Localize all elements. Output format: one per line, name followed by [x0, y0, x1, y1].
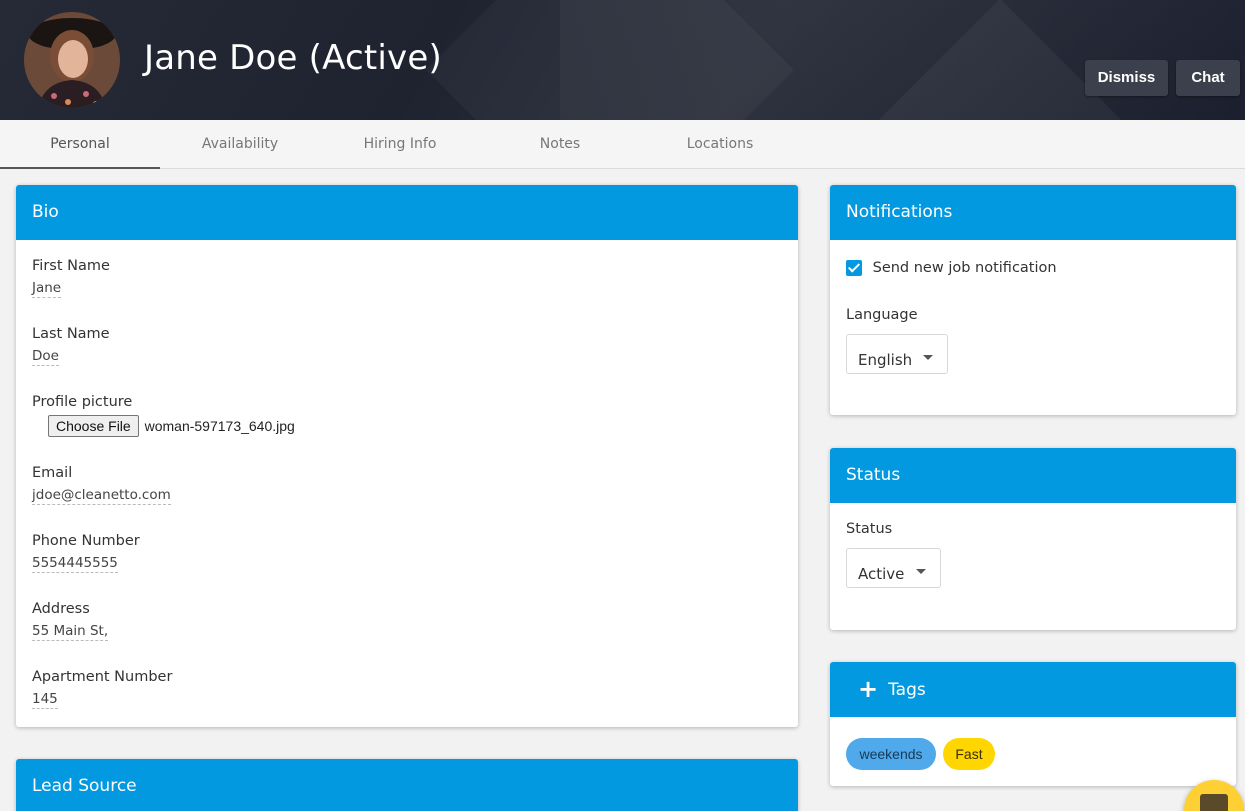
profile-header: Jane Doe (Active) Dismiss Chat — [0, 0, 1245, 120]
send-job-notification-checkbox[interactable] — [846, 260, 862, 276]
phone-label: Phone Number — [32, 533, 140, 549]
tab-notes[interactable]: Notes — [480, 120, 640, 169]
tab-bar: Personal Availability Hiring Info Notes … — [0, 120, 1245, 169]
tags-card-title: Tags — [888, 680, 926, 700]
caret-down-icon — [923, 355, 933, 360]
lead-source-card: Lead Source — [16, 759, 798, 811]
profile-picture-field: Profile picture Choose File woman-597173… — [32, 394, 295, 437]
bio-card-title: Bio — [16, 185, 798, 240]
tab-availability[interactable]: Availability — [160, 120, 320, 169]
send-job-notification-row: Send new job notification — [846, 260, 1057, 276]
apartment-field: Apartment Number 145 — [32, 669, 172, 709]
tab-hiring-info[interactable]: Hiring Info — [320, 120, 480, 169]
status-value: Active — [858, 565, 905, 583]
header-decoration — [426, 0, 794, 120]
email-field: Email jdoe@cleanetto.com — [32, 465, 171, 505]
chat-button[interactable]: Chat — [1176, 60, 1240, 96]
page-title: Jane Doe (Active) — [144, 38, 442, 78]
language-label: Language — [846, 307, 918, 323]
lead-source-card-title: Lead Source — [16, 759, 798, 811]
dismiss-button[interactable]: Dismiss — [1085, 60, 1168, 96]
plus-icon[interactable]: + — [858, 662, 878, 717]
status-card-title: Status — [830, 448, 1236, 503]
bio-card: Bio First Name Jane Last Name Doe Profil… — [16, 185, 798, 727]
notifications-card-title: Notifications — [830, 185, 1236, 240]
status-select[interactable]: Active — [846, 548, 941, 588]
phone-field: Phone Number 5554445555 — [32, 533, 140, 573]
apartment-value[interactable]: 145 — [32, 691, 58, 709]
choose-file-button[interactable]: Choose File — [48, 415, 139, 437]
status-card: Status Status Active — [830, 448, 1236, 630]
apartment-label: Apartment Number — [32, 669, 173, 685]
first-name-label: First Name — [32, 258, 110, 274]
avatar — [24, 12, 120, 108]
tag-chip[interactable]: weekends — [846, 738, 936, 770]
caret-down-icon — [916, 569, 926, 574]
address-label: Address — [32, 601, 90, 617]
email-value[interactable]: jdoe@cleanetto.com — [32, 487, 171, 505]
notifications-card: Notifications Send new job notification … — [830, 185, 1236, 415]
tags-card-header: + Tags — [830, 662, 1236, 717]
last-name-label: Last Name — [32, 326, 110, 342]
tab-locations[interactable]: Locations — [640, 120, 800, 169]
language-select[interactable]: English — [846, 334, 948, 374]
selected-file-name: woman-597173_640.jpg — [144, 418, 295, 434]
avatar-photo — [24, 12, 120, 108]
address-value[interactable]: 55 Main St, — [32, 623, 109, 641]
phone-value[interactable]: 5554445555 — [32, 555, 118, 573]
address-field: Address 55 Main St, — [32, 601, 109, 641]
send-job-notification-label: Send new job notification — [872, 260, 1057, 276]
status-label: Status — [846, 521, 893, 537]
tag-chip[interactable]: Fast — [943, 738, 995, 770]
profile-picture-label: Profile picture — [32, 394, 133, 410]
last-name-value[interactable]: Doe — [32, 348, 59, 366]
last-name-field: Last Name Doe — [32, 326, 110, 366]
file-input: Choose File woman-597173_640.jpg — [32, 415, 295, 437]
tags-card: + Tags weekends Fast — [830, 662, 1236, 786]
language-value: English — [858, 351, 913, 369]
first-name-field: First Name Jane — [32, 258, 110, 298]
email-label: Email — [32, 465, 73, 481]
chat-icon — [1200, 794, 1228, 811]
tab-personal[interactable]: Personal — [0, 120, 160, 169]
first-name-value[interactable]: Jane — [32, 280, 62, 298]
